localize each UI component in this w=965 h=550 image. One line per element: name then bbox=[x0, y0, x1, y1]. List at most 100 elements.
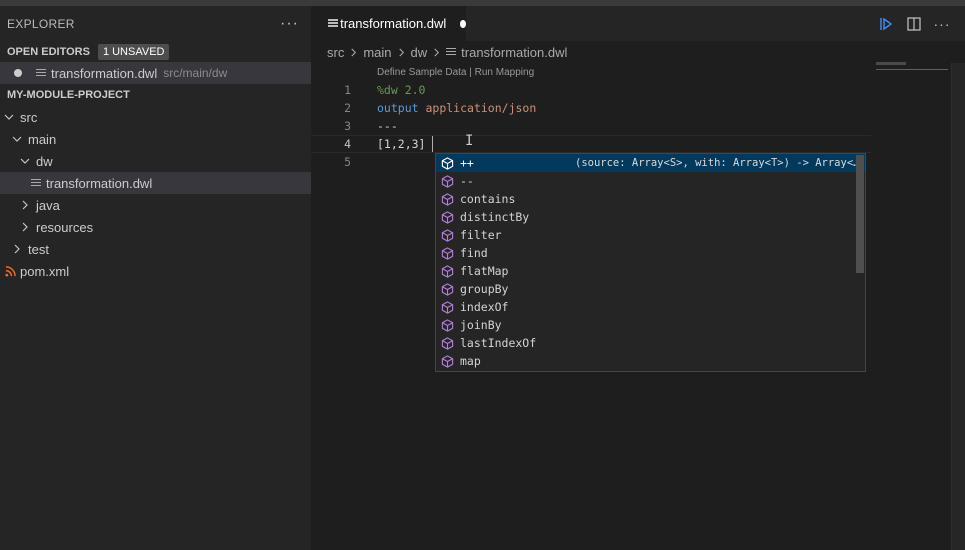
code-token: %dw 2.0 bbox=[377, 83, 426, 97]
code-line-current[interactable]: 4 [1,2,3] bbox=[311, 135, 871, 153]
tree-item-label: pom.xml bbox=[20, 263, 70, 279]
suggestion-item[interactable]: distinctBy bbox=[436, 208, 865, 226]
suggestion-item[interactable]: find bbox=[436, 244, 865, 262]
tree-item-label: src bbox=[20, 109, 38, 125]
explorer-title: EXPLORER bbox=[7, 17, 75, 31]
suggest-widget: ++ (source: Array<S>, with: Array<T>) -> … bbox=[435, 153, 866, 372]
method-cube-icon bbox=[441, 336, 454, 350]
open-editor-path: src/main/dw bbox=[163, 66, 228, 80]
codelens[interactable]: Define Sample Data | Run Mapping bbox=[377, 67, 534, 78]
suggestion-item[interactable]: lastIndexOf bbox=[436, 334, 865, 352]
chevron-right-icon bbox=[397, 48, 406, 57]
tree-item-pom[interactable]: pom.xml bbox=[0, 260, 311, 282]
code-token: [1,2,3] bbox=[377, 137, 426, 151]
vertical-scrollbar[interactable] bbox=[951, 63, 965, 550]
code-token: output bbox=[377, 101, 419, 115]
suggestion-label: map bbox=[460, 354, 481, 368]
tree-item-test[interactable]: test bbox=[0, 238, 311, 260]
suggestion-item[interactable]: flatMap bbox=[436, 262, 865, 280]
method-cube-icon bbox=[441, 282, 454, 296]
open-editor-item[interactable]: transformation.dwl src/main/dw bbox=[0, 62, 311, 84]
chevron-right-icon bbox=[349, 48, 358, 57]
method-cube-icon bbox=[441, 318, 454, 332]
suggestion-label: groupBy bbox=[460, 282, 509, 296]
line-number: 2 bbox=[344, 101, 351, 115]
open-editors-section[interactable]: OPEN EDITORS 1 UNSAVED bbox=[0, 42, 311, 62]
code-line[interactable]: 2 output application/json bbox=[311, 99, 965, 117]
chevron-right-icon bbox=[18, 194, 32, 216]
unsaved-dot-icon[interactable] bbox=[460, 19, 466, 28]
file-lines-icon bbox=[328, 19, 339, 28]
unsaved-dot-icon[interactable] bbox=[14, 69, 22, 77]
suggestion-label: flatMap bbox=[460, 264, 509, 278]
explorer-header: EXPLORER ··· bbox=[0, 6, 311, 42]
suggestion-detail: (source: Array<S>, with: Array<T>) -> Ar… bbox=[575, 157, 860, 169]
project-section[interactable]: MY-MODULE-PROJECT bbox=[0, 84, 311, 106]
breadcrumb-item[interactable]: main bbox=[363, 45, 391, 60]
suggestion-item[interactable]: ++ (source: Array<S>, with: Array<T>) -> … bbox=[436, 154, 865, 172]
minimap-content bbox=[876, 62, 906, 65]
text-cursor bbox=[432, 136, 434, 152]
suggestion-item[interactable]: -- bbox=[436, 172, 865, 190]
chevron-right-icon bbox=[18, 216, 32, 238]
tree-item-java[interactable]: java bbox=[0, 194, 311, 216]
run-preview-icon[interactable] bbox=[879, 17, 893, 31]
tree-item-src[interactable]: src bbox=[0, 106, 311, 128]
line-number: 5 bbox=[344, 155, 351, 169]
breadcrumb-item[interactable]: dw bbox=[411, 45, 428, 60]
code-line[interactable]: 3 --- bbox=[311, 117, 965, 135]
unsaved-badge: 1 UNSAVED bbox=[97, 44, 170, 60]
file-lines-icon bbox=[446, 47, 457, 57]
tree-item-transformation[interactable]: transformation.dwl bbox=[0, 172, 311, 194]
suggestion-item[interactable]: contains bbox=[436, 190, 865, 208]
tree-item-label: main bbox=[28, 131, 57, 147]
chevron-down-icon bbox=[10, 128, 24, 150]
code-token: application/json bbox=[425, 101, 537, 115]
tab-transformation[interactable]: transformation.dwl bbox=[311, 6, 466, 41]
tree-item-label: test bbox=[28, 241, 49, 257]
tab-label: transformation.dwl bbox=[340, 16, 447, 31]
suggestion-label: contains bbox=[460, 192, 516, 206]
breadcrumb-item[interactable]: src bbox=[327, 45, 344, 60]
method-cube-icon bbox=[441, 246, 454, 260]
chevron-down-icon bbox=[2, 106, 16, 128]
suggestion-item[interactable]: map bbox=[436, 352, 865, 370]
explorer-sidebar: EXPLORER ··· OPEN EDITORS 1 UNSAVED tran… bbox=[0, 6, 311, 550]
open-editor-name: transformation.dwl bbox=[51, 65, 158, 81]
method-cube-icon bbox=[441, 174, 454, 188]
suggestion-label: joinBy bbox=[460, 318, 502, 332]
chevron-right-icon bbox=[432, 48, 441, 57]
project-title: MY-MODULE-PROJECT bbox=[7, 89, 130, 101]
rss-icon bbox=[4, 265, 16, 277]
tree-item-label: java bbox=[36, 197, 60, 213]
tab-bar: transformation.dwl ··· bbox=[311, 6, 965, 41]
chevron-right-icon bbox=[10, 238, 24, 260]
method-cube-icon bbox=[441, 192, 454, 206]
editor-actions: ··· bbox=[879, 6, 950, 41]
suggestion-item[interactable]: groupBy bbox=[436, 280, 865, 298]
method-cube-icon bbox=[441, 156, 454, 170]
ibeam-cursor-icon: I bbox=[465, 133, 474, 149]
chevron-down-icon bbox=[18, 150, 32, 172]
suggest-scrollbar[interactable] bbox=[856, 155, 864, 273]
suggestion-item[interactable]: filter bbox=[436, 226, 865, 244]
suggestion-label: filter bbox=[460, 228, 502, 242]
tree-item-label: transformation.dwl bbox=[46, 175, 153, 191]
minimap-viewport[interactable] bbox=[876, 66, 948, 70]
tree-item-resources[interactable]: resources bbox=[0, 216, 311, 238]
method-cube-icon bbox=[441, 210, 454, 224]
breadcrumb: src main dw transformation.dwl bbox=[311, 41, 965, 63]
suggestion-item[interactable]: indexOf bbox=[436, 298, 865, 316]
tree-item-label: dw bbox=[36, 153, 53, 169]
tree-item-dw[interactable]: dw bbox=[0, 150, 311, 172]
code-line[interactable]: 1 %dw 2.0 bbox=[311, 81, 965, 99]
tree-item-main[interactable]: main bbox=[0, 128, 311, 150]
code-token: --- bbox=[377, 119, 398, 133]
more-actions-icon[interactable]: ··· bbox=[280, 15, 299, 33]
method-cube-icon bbox=[441, 264, 454, 278]
file-lines-icon bbox=[31, 178, 41, 188]
split-editor-icon[interactable] bbox=[907, 16, 921, 31]
more-actions-icon[interactable]: ··· bbox=[934, 16, 950, 32]
suggestion-item[interactable]: joinBy bbox=[436, 316, 865, 334]
breadcrumb-item[interactable]: transformation.dwl bbox=[461, 45, 567, 60]
